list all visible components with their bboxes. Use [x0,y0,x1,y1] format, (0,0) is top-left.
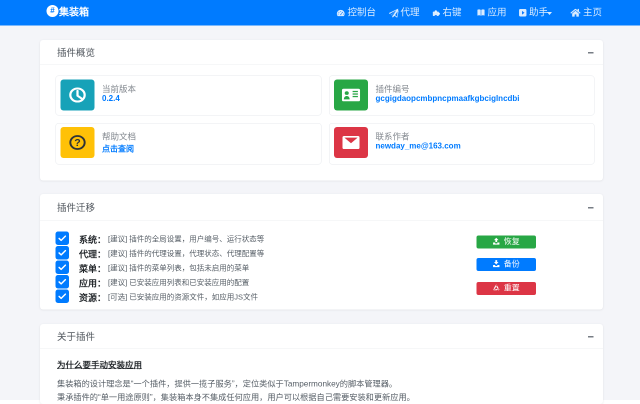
svg-text:?: ? [74,138,80,148]
